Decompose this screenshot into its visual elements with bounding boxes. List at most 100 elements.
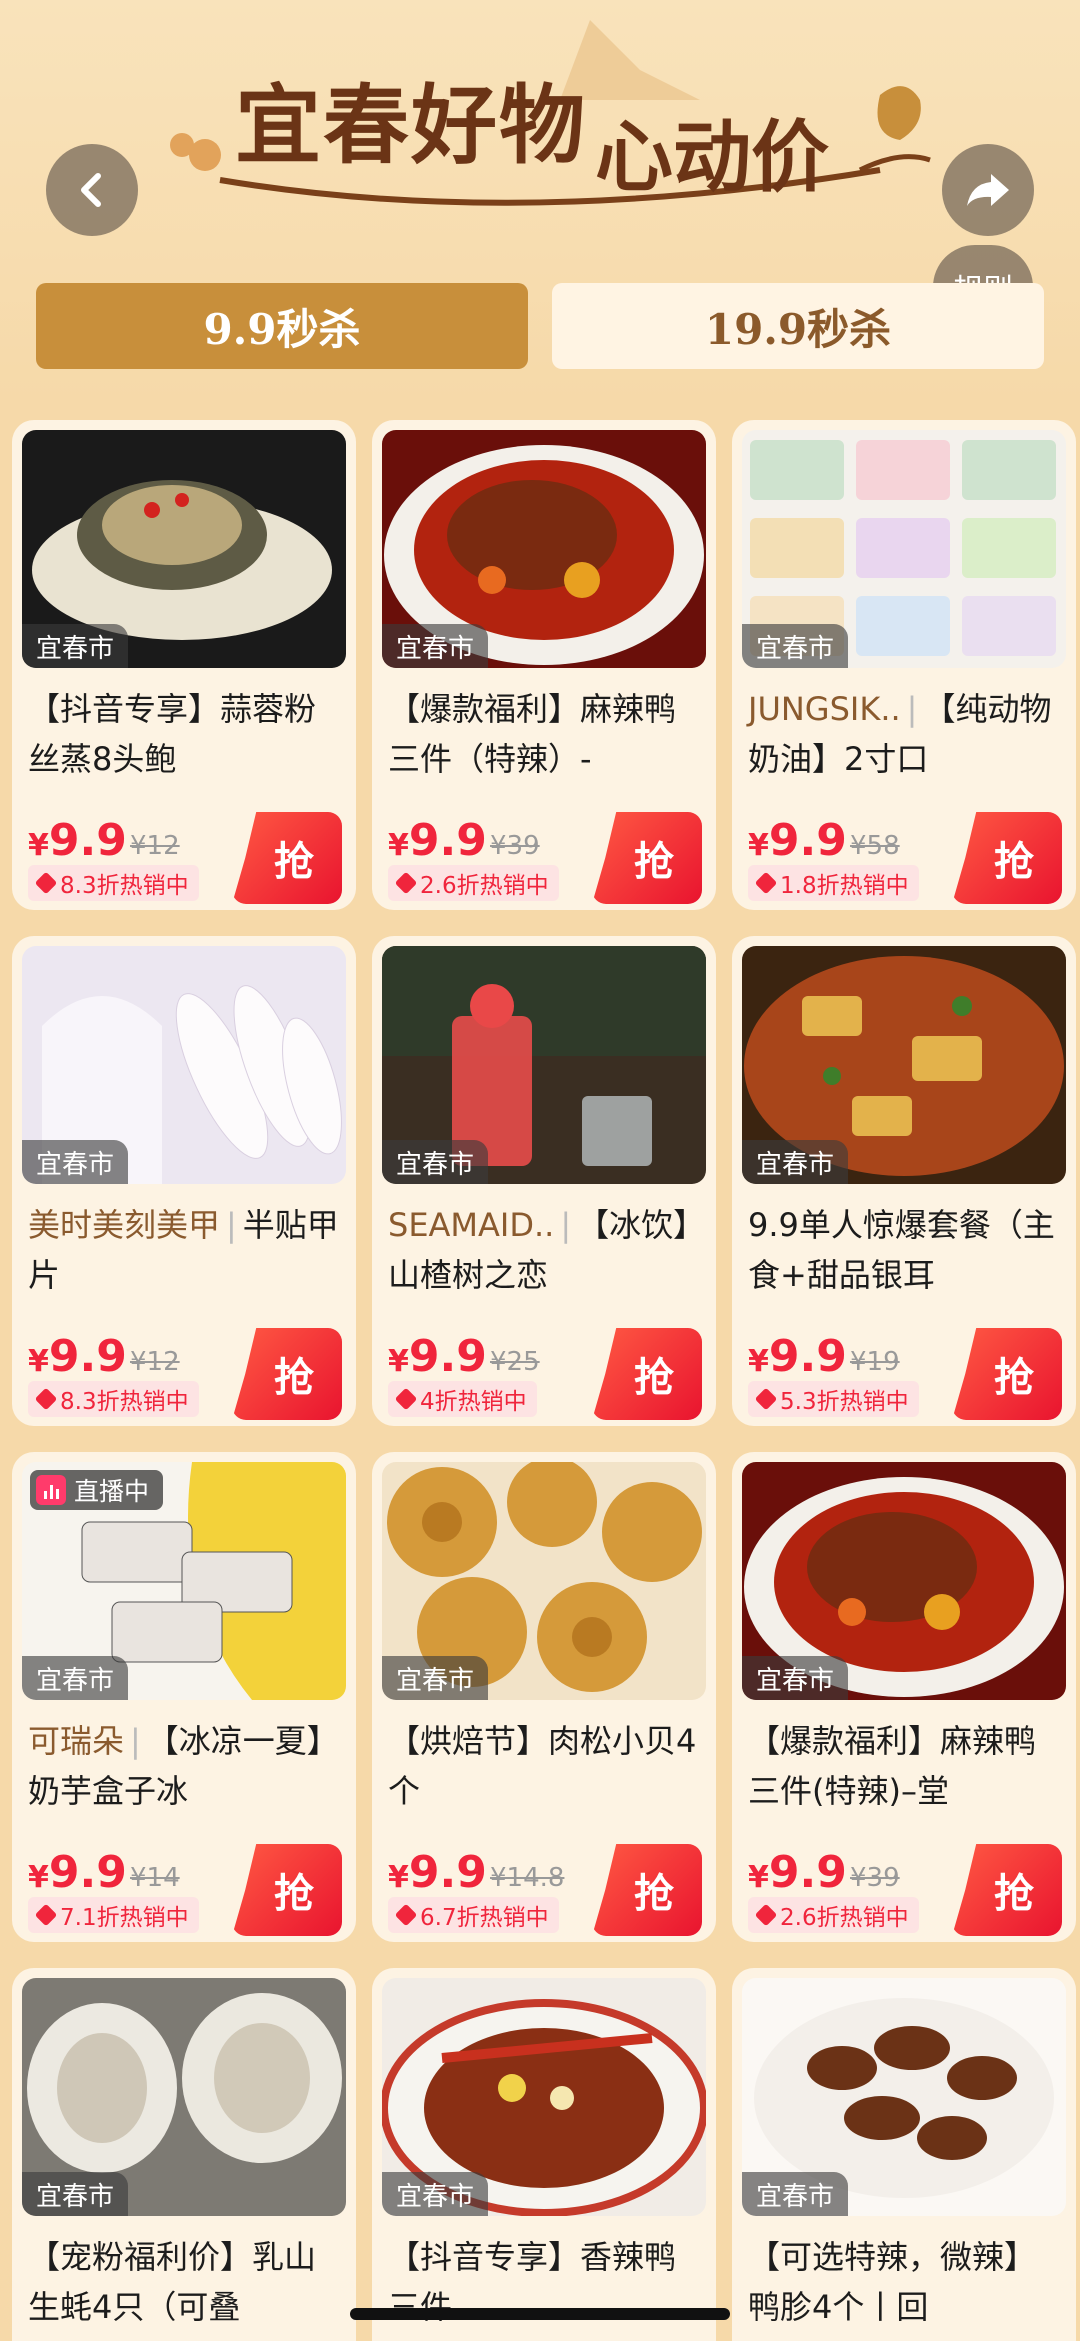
product-image[interactable]: 宜春市 <box>742 1462 1066 1700</box>
product-title: 美时美刻美甲 | 半贴甲片 <box>22 1200 346 1300</box>
price-value: 9.9 <box>408 1331 487 1382</box>
product-title: JUNGSIK.. | 【纯动物奶油】2寸口 <box>742 684 1066 784</box>
original-price: ¥19 <box>850 1347 900 1377</box>
discount-text: 1.8折热销中 <box>780 873 909 899</box>
product-card[interactable]: 宜春市 JUNGSIK.. | 【纯动物奶油】2寸口 ¥9.9 ¥58 1.8折热销中… <box>732 420 1076 910</box>
city-badge: 宜春市 <box>742 624 849 668</box>
original-price: ¥58 <box>850 831 900 861</box>
product-title: 可瑞朵 | 【冰凉一夏】奶芋盒子冰 <box>22 1716 346 1816</box>
product-image[interactable]: 宜春市 <box>382 1462 706 1700</box>
original-price: ¥39 <box>490 831 540 861</box>
product-title: 【爆款福利】麻辣鸭三件(特辣)–堂 <box>742 1716 1066 1816</box>
product-image[interactable]: 宜春市 <box>742 946 1066 1184</box>
price-value: 9.9 <box>768 1847 847 1898</box>
tab-19-9-flash-sale[interactable]: 19.9秒杀 <box>552 283 1044 369</box>
product-brand: SEAMAID.. <box>388 1206 555 1244</box>
tab-9-9-flash-sale[interactable]: 9.9秒杀 <box>36 283 528 369</box>
product-card[interactable]: 宜春市 【爆款福利】麻辣鸭三件（特辣）- ¥9.9 ¥39 2.6折热销中 抢 <box>372 420 716 910</box>
product-card[interactable]: 宜春市 直播中 可瑞朵 | 【冰凉一夏】奶芋盒子冰 ¥9.9 ¥14 7.1折热销中 … <box>12 1452 356 1942</box>
current-price: ¥9.9 <box>748 1331 847 1382</box>
share-icon <box>967 174 1009 206</box>
tag-icon <box>754 1903 778 1927</box>
brand-separator: | <box>560 1206 572 1244</box>
tag-icon <box>754 1387 778 1411</box>
current-price: ¥9.9 <box>388 1331 487 1382</box>
tag-icon <box>34 1387 58 1411</box>
current-price: ¥9.9 <box>28 815 127 866</box>
original-price: ¥12 <box>130 831 180 861</box>
brand-separator: | <box>130 1722 141 1760</box>
original-price: ¥12 <box>130 1347 180 1377</box>
current-price: ¥9.9 <box>388 815 487 866</box>
discount-badge: 5.3折热销中 <box>748 1381 919 1417</box>
discount-text: 8.3折热销中 <box>60 1389 189 1415</box>
city-badge: 宜春市 <box>22 1140 129 1184</box>
product-image[interactable]: 宜春市 <box>382 1978 706 2216</box>
back-button[interactable] <box>46 144 138 236</box>
brand-separator: | <box>226 1206 237 1244</box>
product-image[interactable]: 宜春市 <box>382 430 706 668</box>
product-title: 【爆款福利】麻辣鸭三件（特辣）- <box>382 684 706 784</box>
price-value: 9.9 <box>48 815 127 866</box>
city-badge: 宜春市 <box>742 1140 849 1184</box>
product-title-text: 9.9单人惊爆套餐（主食+甜品银耳 <box>748 1206 1055 1294</box>
product-title-text: 【宠粉福利价】乳山生蚝4只（可叠 <box>28 2238 317 2326</box>
current-price: ¥9.9 <box>28 1331 127 1382</box>
discount-badge: 6.7折热销中 <box>388 1897 559 1933</box>
current-price: ¥9.9 <box>28 1847 127 1898</box>
price-value: 9.9 <box>408 815 487 866</box>
discount-text: 2.6折热销中 <box>420 873 549 899</box>
product-title-text: 【烘焙节】肉松小贝4个 <box>388 1722 697 1810</box>
city-badge: 宜春市 <box>382 1656 489 1700</box>
discount-text: 2.6折热销中 <box>780 1905 909 1931</box>
price-value: 9.9 <box>768 1331 847 1382</box>
tag-icon <box>34 871 58 895</box>
discount-text: 5.3折热销中 <box>780 1389 909 1415</box>
product-brand: JUNGSIK.. <box>748 690 901 728</box>
discount-badge: 2.6折热销中 <box>388 865 559 901</box>
currency-symbol: ¥ <box>388 1344 409 1379</box>
product-card[interactable]: 宜春市 【抖音专享】蒜蓉粉丝蒸8头鲍 ¥9.9 ¥12 8.3折热销中 抢 <box>12 420 356 910</box>
city-badge: 宜春市 <box>742 1656 849 1700</box>
product-card[interactable]: 宜春市 SEAMAID.. | 【冰饮】山楂树之恋 ¥9.9 ¥25 4折热销中 抢 <box>372 936 716 1426</box>
original-price: ¥14 <box>130 1863 180 1893</box>
product-card[interactable]: 宜春市 【爆款福利】麻辣鸭三件(特辣)–堂 ¥9.9 ¥39 2.6折热销中 抢 <box>732 1452 1076 1942</box>
share-button[interactable] <box>942 144 1034 236</box>
city-badge: 宜春市 <box>22 624 129 668</box>
product-title-text: 【爆款福利】麻辣鸭三件（特辣）- <box>388 690 677 778</box>
product-title: 【抖音专享】蒜蓉粉丝蒸8头鲍 <box>22 684 346 784</box>
currency-symbol: ¥ <box>748 828 769 863</box>
product-image[interactable]: 宜春市 <box>742 1978 1066 2216</box>
discount-badge: 8.3折热销中 <box>28 1381 199 1417</box>
product-brand: 美时美刻美甲 <box>28 1206 221 1244</box>
discount-badge: 1.8折热销中 <box>748 865 919 901</box>
product-image[interactable]: 宜春市 <box>742 430 1066 668</box>
price-value: 9.9 <box>48 1847 127 1898</box>
product-image[interactable]: 宜春市 <box>382 946 706 1184</box>
product-card[interactable]: 宜春市【宠粉福利价】乳山生蚝4只（可叠 <box>12 1968 356 2341</box>
discount-text: 6.7折热销中 <box>420 1905 549 1931</box>
tag-icon <box>394 1387 418 1411</box>
product-card[interactable]: 宜春市 【抖音专享】香辣鸭三件 <box>372 1968 716 2341</box>
product-brand: 可瑞朵 <box>28 1722 125 1760</box>
product-card[interactable]: 宜春市 9.9单人惊爆套餐（主食+甜品银耳 ¥9.9 ¥19 5.3折热销中 抢 <box>732 936 1076 1426</box>
live-icon <box>36 1475 66 1505</box>
product-title: 【宠粉福利价】乳山生蚝4只（可叠 <box>22 2232 346 2332</box>
discount-badge: 7.1折热销中 <box>28 1897 199 1933</box>
product-image[interactable]: 宜春市 直播中 <box>22 1462 346 1700</box>
price-value: 9.9 <box>408 1847 487 1898</box>
city-badge: 宜春市 <box>22 1656 129 1700</box>
product-title: 【可选特辣，微辣】鸭胗4个丨回 <box>742 2232 1066 2332</box>
currency-symbol: ¥ <box>748 1860 769 1895</box>
product-image[interactable]: 宜春市 <box>22 430 346 668</box>
home-indicator[interactable] <box>350 2308 730 2320</box>
product-card[interactable]: 宜春市 【烘焙节】肉松小贝4个 ¥9.9 ¥14.8 6.7折热销中 抢 <box>372 1452 716 1942</box>
city-badge: 宜春市 <box>382 624 489 668</box>
banner-title: 宜春好物 <box>235 75 587 176</box>
product-image[interactable]: 宜春市 <box>22 1978 346 2216</box>
product-card[interactable]: 宜春市 美时美刻美甲 | 半贴甲片 ¥9.9 ¥12 8.3折热销中 抢 <box>12 936 356 1426</box>
product-title-text: 【爆款福利】麻辣鸭三件(特辣)–堂 <box>748 1722 1037 1810</box>
product-card[interactable]: 宜春市【可选特辣，微辣】鸭胗4个丨回 <box>732 1968 1076 2341</box>
currency-symbol: ¥ <box>28 1344 49 1379</box>
product-image[interactable]: 宜春市 <box>22 946 346 1184</box>
